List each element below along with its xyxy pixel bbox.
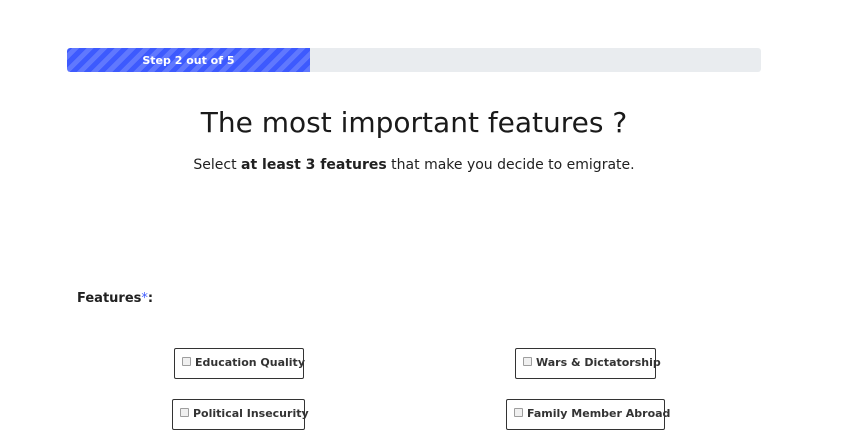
option-political-insecurity[interactable]: Political Insecurity bbox=[172, 399, 309, 430]
subtitle-emphasis: at least 3 features bbox=[241, 157, 387, 173]
checkbox-family-member-abroad[interactable] bbox=[514, 408, 523, 417]
label-colon: : bbox=[147, 291, 154, 306]
subtitle-text-start: Select bbox=[193, 157, 242, 173]
checkbox-political-insecurity[interactable] bbox=[180, 408, 189, 417]
progress-label: Step 2 out of 5 bbox=[142, 53, 235, 67]
subtitle-text-end: that make you decide to emigrate. bbox=[386, 157, 635, 173]
page-subtitle: Select at least 3 features that make you… bbox=[0, 155, 828, 175]
option-label: Political Insecurity bbox=[193, 406, 309, 420]
progress-bar: Step 2 out of 5 bbox=[67, 48, 761, 72]
progress-bar-fill: Step 2 out of 5 bbox=[67, 48, 310, 72]
features-field-label: Features*: bbox=[77, 290, 153, 308]
page-title: The most important features ? bbox=[200, 106, 628, 139]
option-family-member-abroad[interactable]: Family Member Abroad bbox=[506, 399, 670, 430]
checkbox-education-quality[interactable] bbox=[182, 357, 191, 366]
survey-page: Step 2 out of 5 The most important featu… bbox=[0, 0, 844, 445]
option-label: Wars & Dictatorship bbox=[536, 355, 661, 369]
option-education-quality[interactable]: Education Quality bbox=[174, 348, 305, 379]
checkbox-wars-dictatorship[interactable] bbox=[523, 357, 532, 366]
option-wars-dictatorship[interactable]: Wars & Dictatorship bbox=[515, 348, 661, 379]
option-label: Family Member Abroad bbox=[527, 406, 671, 420]
features-label-text: Features bbox=[77, 291, 142, 306]
option-label: Education Quality bbox=[195, 355, 305, 369]
